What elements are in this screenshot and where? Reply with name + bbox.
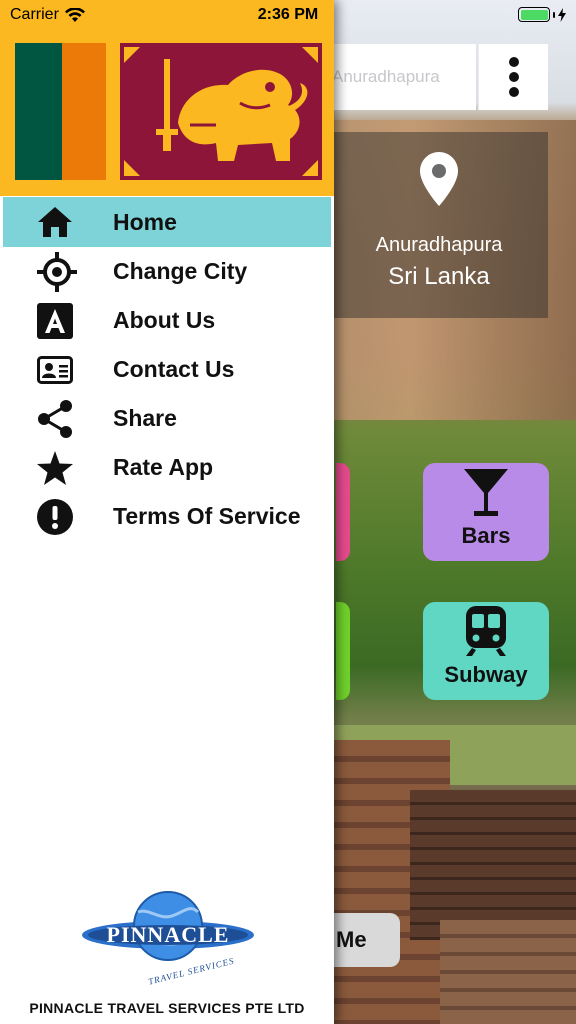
location-city: Anuradhapura [375,234,503,256]
bars-tile-label: Bars [461,523,511,548]
category-tile-partial[interactable] [336,463,350,561]
menu-item-share[interactable]: Share [3,394,331,443]
menu-item-label: Share [113,405,177,431]
company-logo: PINNACLE TRAVEL SERVICES [80,890,256,990]
menu-item-terms-of-service[interactable]: Terms Of Service [3,492,331,541]
cocktail-icon [464,469,508,516]
flag-orange-stripe [62,43,106,180]
menu-item-label: Contact Us [113,356,235,382]
menu-item-label: Home [113,208,177,235]
category-tile-partial[interactable] [336,602,350,700]
alert-icon [37,498,73,535]
status-time: 2:36 PM [257,6,319,23]
city-search-value: Anuradhapura [332,67,440,86]
menu-item-label: Change City [113,258,248,284]
subway-tile[interactable]: Subway [423,602,549,700]
location-pin-icon [420,152,458,206]
menu-item-rate-app[interactable]: Rate App [3,443,331,492]
menu-item-home[interactable]: Home [3,197,331,247]
menu-item-change-city[interactable]: Change City [3,247,331,296]
letter-a-icon [37,302,73,339]
brick-wall-image [440,920,576,1024]
share-icon [38,399,72,438]
more-options-button[interactable] [478,44,548,110]
menu-item-label: Rate App [113,454,214,480]
subway-tile-label: Subway [444,662,528,687]
star-icon [37,450,73,485]
location-country: Sri Lanka [388,263,490,290]
charging-bolt-icon [558,7,566,22]
menu-item-contact-us[interactable]: Contact Us [3,345,331,394]
battery-icon [518,7,566,22]
flag-lion-panel [120,43,322,180]
company-name: PINNACLE TRAVEL SERVICES PTE LTD [29,1000,305,1016]
menu-item-label: Terms Of Service [113,503,301,529]
menu-item-about-us[interactable]: About Us [3,296,331,345]
home-icon [38,207,72,237]
contact-card-icon [37,355,73,384]
more-dot-icon [508,72,519,82]
logo-text: PINNACLE [107,922,230,947]
brick-wall-image [410,790,576,940]
logo-subtext: TRAVEL SERVICES [147,956,235,987]
side-drawer[interactable]: Home Change City About Us Contact Us Sha… [0,0,334,1024]
lion-emblem-icon [124,47,318,176]
flag-green-stripe [15,43,62,180]
train-icon [466,606,506,656]
more-dot-icon [508,87,519,97]
more-dot-icon [508,57,519,67]
menu-item-label: About Us [113,307,216,333]
location-card[interactable]: Anuradhapura Sri Lanka [330,132,548,318]
target-icon [37,251,77,292]
bars-tile[interactable]: Bars [423,463,549,561]
drawer-menu: Home Change City About Us Contact Us Sha… [0,197,334,541]
near-me-label: Me [336,927,367,952]
status-bar: Carrier 2:36 PM [0,0,576,30]
